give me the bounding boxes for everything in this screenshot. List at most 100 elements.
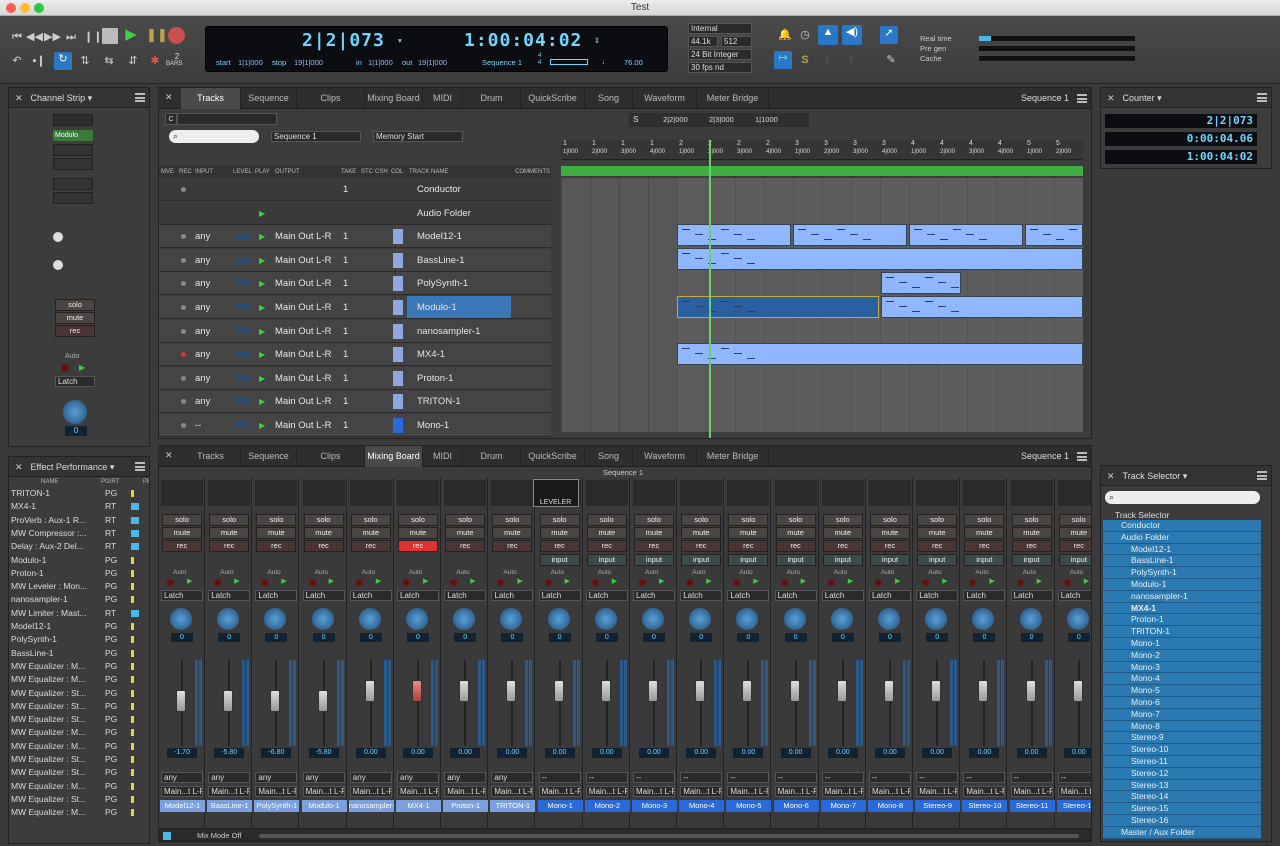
track-selector-item[interactable]: Mono-8: [1103, 720, 1261, 733]
track-selector-item[interactable]: MX4-1: [1103, 602, 1261, 615]
track-input[interactable]: any: [195, 320, 210, 343]
buffer-dropdown[interactable]: 512: [721, 36, 752, 47]
volume-fader[interactable]: [412, 680, 422, 702]
track-color[interactable]: [393, 252, 403, 268]
effect-row[interactable]: ProVerb : Aux-1 R... RT: [11, 514, 149, 527]
mute-button[interactable]: mute: [634, 527, 674, 539]
play-enable-icon[interactable]: ▶: [259, 367, 265, 390]
midi-clip[interactable]: [881, 272, 961, 294]
send-knob-1[interactable]: [53, 232, 63, 242]
mixer-tab-waveform[interactable]: Waveform: [633, 446, 697, 467]
volume-fader[interactable]: [1025, 680, 1036, 702]
effect-row[interactable]: Model12-1 PG: [11, 620, 149, 633]
track-input[interactable]: any: [195, 249, 210, 272]
automation-record-icon[interactable]: [827, 579, 835, 586]
grid-icon[interactable]: [163, 832, 171, 840]
zoom-window-button[interactable]: [34, 3, 44, 13]
volume-db[interactable]: 0.00: [827, 748, 858, 758]
solo-button[interactable]: solo: [55, 299, 95, 311]
track-selector-item[interactable]: Audio Folder: [1103, 531, 1261, 544]
automation-record-icon[interactable]: [780, 579, 788, 586]
volume-db[interactable]: 0.00: [969, 748, 1000, 758]
track-color[interactable]: [393, 229, 403, 245]
latch-dropdown[interactable]: Latch: [1010, 590, 1053, 601]
track-name[interactable]: Modulo-1: [407, 296, 511, 318]
track-row[interactable]: any ▶ Main Out L-R 1 TRITON-1: [159, 390, 551, 414]
pan-knob[interactable]: [63, 400, 87, 424]
effect-row[interactable]: MW Equalizer : M... PG: [11, 660, 149, 673]
input-dropdown[interactable]: --: [538, 772, 581, 783]
rec-button[interactable]: rec: [350, 540, 391, 552]
midi-clip[interactable]: [881, 296, 1083, 318]
menu-icon[interactable]: [1077, 452, 1087, 461]
mixer-tab-song[interactable]: Song: [585, 446, 633, 467]
mixer-tab-meter-bridge[interactable]: Meter Bridge: [697, 446, 769, 467]
solo-button[interactable]: solo: [917, 514, 958, 526]
pan-knob[interactable]: [830, 608, 853, 630]
track-input[interactable]: any: [195, 272, 210, 295]
volume-fader[interactable]: [1072, 680, 1083, 702]
mute-button[interactable]: mute: [445, 527, 486, 539]
mute-button[interactable]: mute: [256, 527, 297, 539]
forward-end-icon[interactable]: ⏭: [64, 30, 78, 44]
tracks-tab-sequence[interactable]: Sequence: [241, 88, 297, 109]
volume-fader[interactable]: [836, 680, 847, 702]
input-dropdown[interactable]: any: [491, 772, 534, 783]
rec-button[interactable]: rec: [55, 325, 95, 337]
effect-row[interactable]: Proton-1 PG: [11, 567, 149, 580]
sync-dropdown[interactable]: Internal: [688, 23, 752, 34]
track-name[interactable]: nanosampler-1: [407, 320, 511, 342]
volume-fader[interactable]: [884, 680, 894, 702]
output-dropdown[interactable]: Main...t L-R: [774, 786, 817, 797]
play-enable-icon[interactable]: ▶: [259, 296, 265, 319]
insert-slot[interactable]: [208, 480, 251, 506]
output-dropdown[interactable]: Main...t L-R: [302, 786, 345, 797]
latch-dropdown[interactable]: Latch: [302, 590, 345, 601]
track-name-label[interactable]: Mono-4: [679, 800, 725, 812]
automation-play-icon[interactable]: ▶: [612, 577, 617, 585]
solo-button[interactable]: solo: [445, 514, 486, 526]
latch-dropdown[interactable]: Latch: [916, 590, 959, 601]
insert-slot[interactable]: [916, 480, 959, 506]
pan-knob[interactable]: [925, 608, 948, 630]
output-dropdown[interactable]: Main...t L-R: [869, 786, 911, 797]
chevron-down-icon[interactable]: ▾: [398, 36, 402, 45]
input-monitor-button[interactable]: input: [822, 554, 863, 566]
insert-slot[interactable]: [255, 480, 298, 506]
input-dropdown[interactable]: any: [302, 772, 345, 783]
track-selector-item[interactable]: Mono-1: [1103, 638, 1261, 650]
volume-fader[interactable]: [978, 680, 989, 702]
tracks-tab-quickscribe[interactable]: QuickScribe: [521, 88, 585, 109]
track-row[interactable]: -- ▶ Main Out L-R 1 Mono-1: [159, 414, 551, 437]
latch-dropdown[interactable]: Latch: [774, 590, 817, 601]
automation-play-icon[interactable]: ▶: [801, 577, 806, 585]
track-selector-item[interactable]: Stereo-10: [1103, 744, 1261, 756]
sync-s-icon[interactable]: S: [798, 53, 812, 67]
counter-clock[interactable]: 1:00:04:02: [464, 30, 582, 51]
instrument-slot[interactable]: Modulo: [53, 130, 93, 141]
track-output[interactable]: Main Out L-R: [275, 296, 332, 319]
solo-button[interactable]: solo: [964, 514, 1005, 526]
pan-knob[interactable]: [1066, 608, 1089, 630]
input-dropdown[interactable]: --: [916, 772, 959, 783]
rec-button[interactable]: rec: [303, 540, 344, 552]
track-selector-item[interactable]: Stereo-16: [1103, 815, 1261, 827]
solo-button[interactable]: solo: [728, 514, 769, 526]
track-name-label[interactable]: TRITON-1: [490, 800, 536, 812]
rec-button[interactable]: rec: [445, 540, 486, 552]
track-name[interactable]: BassLine-1: [407, 249, 511, 271]
input-dropdown[interactable]: --: [585, 772, 628, 783]
automation-play-icon[interactable]: ▶: [659, 577, 664, 585]
latch-dropdown[interactable]: Latch: [397, 590, 439, 601]
automation-play-icon[interactable]: ▶: [281, 577, 286, 585]
track-name-label[interactable]: BassLine-1: [207, 800, 253, 812]
timeline-grid[interactable]: [561, 178, 1083, 432]
track-name-label[interactable]: Mono-6: [773, 800, 819, 812]
automation-record-icon[interactable]: [261, 579, 269, 586]
mute-button[interactable]: mute: [586, 527, 627, 539]
automation-record-icon[interactable]: [875, 579, 882, 586]
fps-dropdown[interactable]: 30 fps nd: [688, 62, 752, 73]
effect-row[interactable]: TRITON-1 PG: [11, 487, 149, 500]
track-selector-item[interactable]: nanosampler-1: [1103, 590, 1261, 603]
automation-record-icon[interactable]: [686, 579, 694, 586]
